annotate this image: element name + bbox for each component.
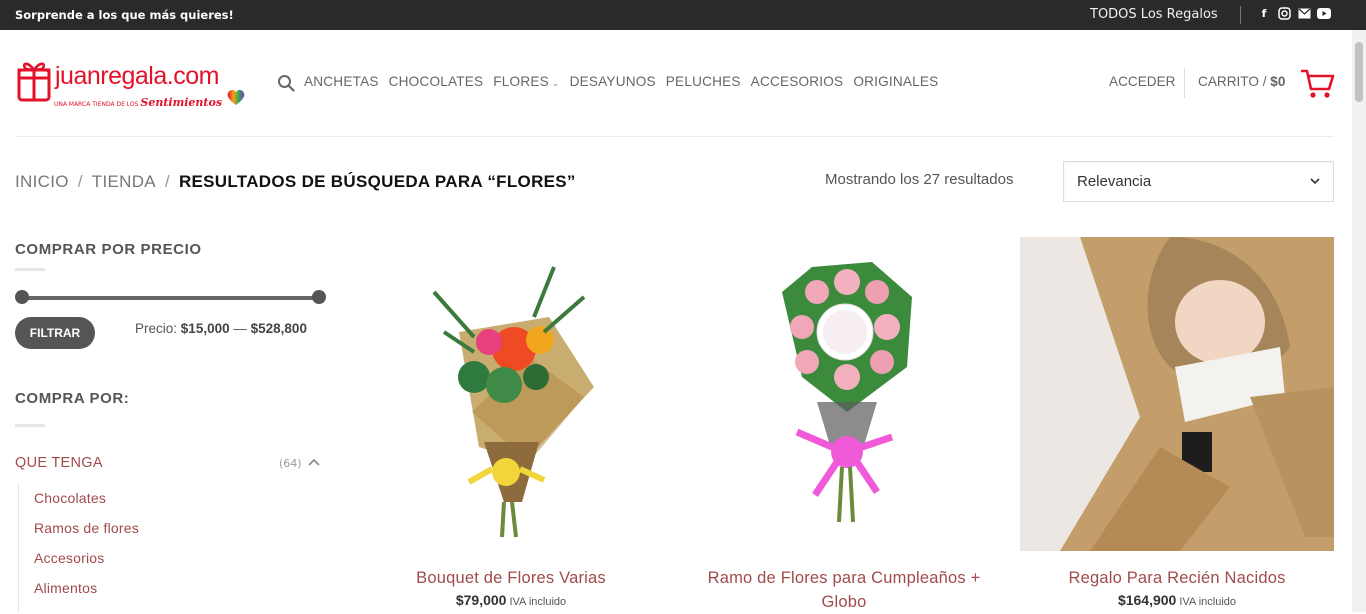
- shopping-cart-icon[interactable]: [1301, 68, 1335, 100]
- chevron-down-icon: ⌄: [551, 78, 560, 88]
- breadcrumb-shop[interactable]: TIENDA: [92, 172, 156, 191]
- brand-name: juanregala.com: [55, 62, 219, 90]
- search-icon[interactable]: [277, 74, 295, 92]
- subcategory-ramos-de-flores[interactable]: Ramos de flores: [34, 520, 139, 536]
- product-card[interactable]: Ramo de Flores para Cumpleaños + Globo: [687, 237, 1001, 614]
- cart-link[interactable]: CARRITO / $0: [1198, 74, 1285, 89]
- filter-button[interactable]: FILTRAR: [15, 317, 95, 349]
- scrollbar-thumb[interactable]: [1355, 42, 1363, 102]
- heart-icon: [227, 89, 245, 105]
- header-border: [15, 136, 1334, 137]
- price-slider-max-handle[interactable]: [312, 290, 326, 304]
- price-slider-track[interactable]: [22, 296, 320, 300]
- product-price: $164,900 IVA incluido: [1117, 592, 1237, 608]
- chevron-up-icon[interactable]: [307, 456, 321, 468]
- product-image-birthday-bouquet[interactable]: [687, 237, 1001, 551]
- gift-logo-icon: [17, 62, 51, 102]
- nav-item-flores[interactable]: FLORES ⌄: [493, 74, 559, 89]
- main-nav: ANCHETAS CHOCOLATES FLORES ⌄ DESAYUNOS PE…: [304, 74, 938, 89]
- product-image-bouquet[interactable]: [354, 237, 668, 551]
- price-range-text: Precio: $15,000 — $528,800: [135, 321, 307, 336]
- breadcrumb: INICIO / TIENDA / RESULTADOS DE BÚSQUEDA PAR…: [15, 172, 576, 191]
- topbar-divider: [1240, 6, 1241, 24]
- buy-by-heading: COMPRA POR:: [15, 390, 130, 407]
- login-link[interactable]: ACCEDER: [1109, 74, 1175, 89]
- product-title[interactable]: Ramo de Flores para Cumpleaños + Globo: [687, 566, 1001, 614]
- nav-item-chocolates[interactable]: CHOCOLATES: [389, 74, 484, 89]
- nav-item-accesorios[interactable]: ACCESORIOS: [751, 74, 844, 89]
- product-image-baby-gift[interactable]: [1020, 237, 1334, 551]
- subcategory-chocolates[interactable]: Chocolates: [34, 490, 106, 506]
- header-divider: [1184, 68, 1185, 98]
- top-bar: Sorprende a los que más quieres! TODOS L…: [0, 0, 1366, 30]
- product-title[interactable]: Bouquet de Flores Varias: [354, 566, 668, 590]
- facebook-icon[interactable]: f: [1257, 6, 1271, 20]
- heading-divider: [15, 268, 45, 271]
- youtube-icon[interactable]: [1317, 6, 1331, 20]
- price-filter-heading: COMPRAR POR PRECIO: [15, 241, 202, 258]
- nav-item-desayunos[interactable]: DESAYUNOS: [570, 74, 656, 89]
- subcategory-alimentos[interactable]: Alimentos: [34, 580, 97, 596]
- nav-item-originales[interactable]: ORIGINALES: [853, 74, 938, 89]
- promo-text: Sorprende a los que más quieres!: [15, 8, 234, 22]
- heading-divider: [15, 424, 45, 427]
- breadcrumb-current: RESULTADOS DE BÚSQUEDA PARA “FLORES”: [178, 172, 576, 191]
- product-card[interactable]: Bouquet de Flores Varias $79,000 IVA incl…: [354, 237, 668, 608]
- brand-tagline: UNA MARCA TIENDA DE LOS Sentimientos: [54, 96, 223, 109]
- cart-total: $0: [1270, 74, 1286, 89]
- breadcrumb-home[interactable]: INICIO: [15, 172, 69, 191]
- product-card[interactable]: Regalo Para Recién Nacidos $164,900 IVA i…: [1020, 237, 1334, 608]
- sort-select[interactable]: Relevancia: [1063, 161, 1334, 202]
- instagram-icon[interactable]: [1277, 6, 1291, 20]
- mail-icon[interactable]: [1297, 6, 1311, 20]
- category-count: (64): [279, 457, 302, 470]
- nav-item-anchetas[interactable]: ANCHETAS: [304, 74, 379, 89]
- chevron-down-icon: [1310, 178, 1320, 185]
- subcategory-guide: [18, 484, 19, 612]
- subcategory-accesorios[interactable]: Accesorios: [34, 550, 104, 566]
- product-title[interactable]: Regalo Para Recién Nacidos: [1020, 566, 1334, 590]
- category-que-tenga[interactable]: QUE TENGA: [15, 455, 103, 471]
- all-gifts-link[interactable]: TODOS Los Regalos: [1090, 7, 1218, 22]
- site-logo[interactable]: juanregala.com UNA MARCA TIENDA DE LOS S…: [17, 58, 249, 110]
- result-count: Mostrando los 27 resultados: [825, 171, 1014, 188]
- page-scrollbar[interactable]: [1352, 30, 1366, 612]
- price-slider-min-handle[interactable]: [15, 290, 29, 304]
- site-header: juanregala.com UNA MARCA TIENDA DE LOS S…: [0, 30, 1366, 137]
- product-price: $79,000 IVA incluido: [455, 592, 567, 608]
- nav-item-peluches[interactable]: PELUCHES: [666, 74, 741, 89]
